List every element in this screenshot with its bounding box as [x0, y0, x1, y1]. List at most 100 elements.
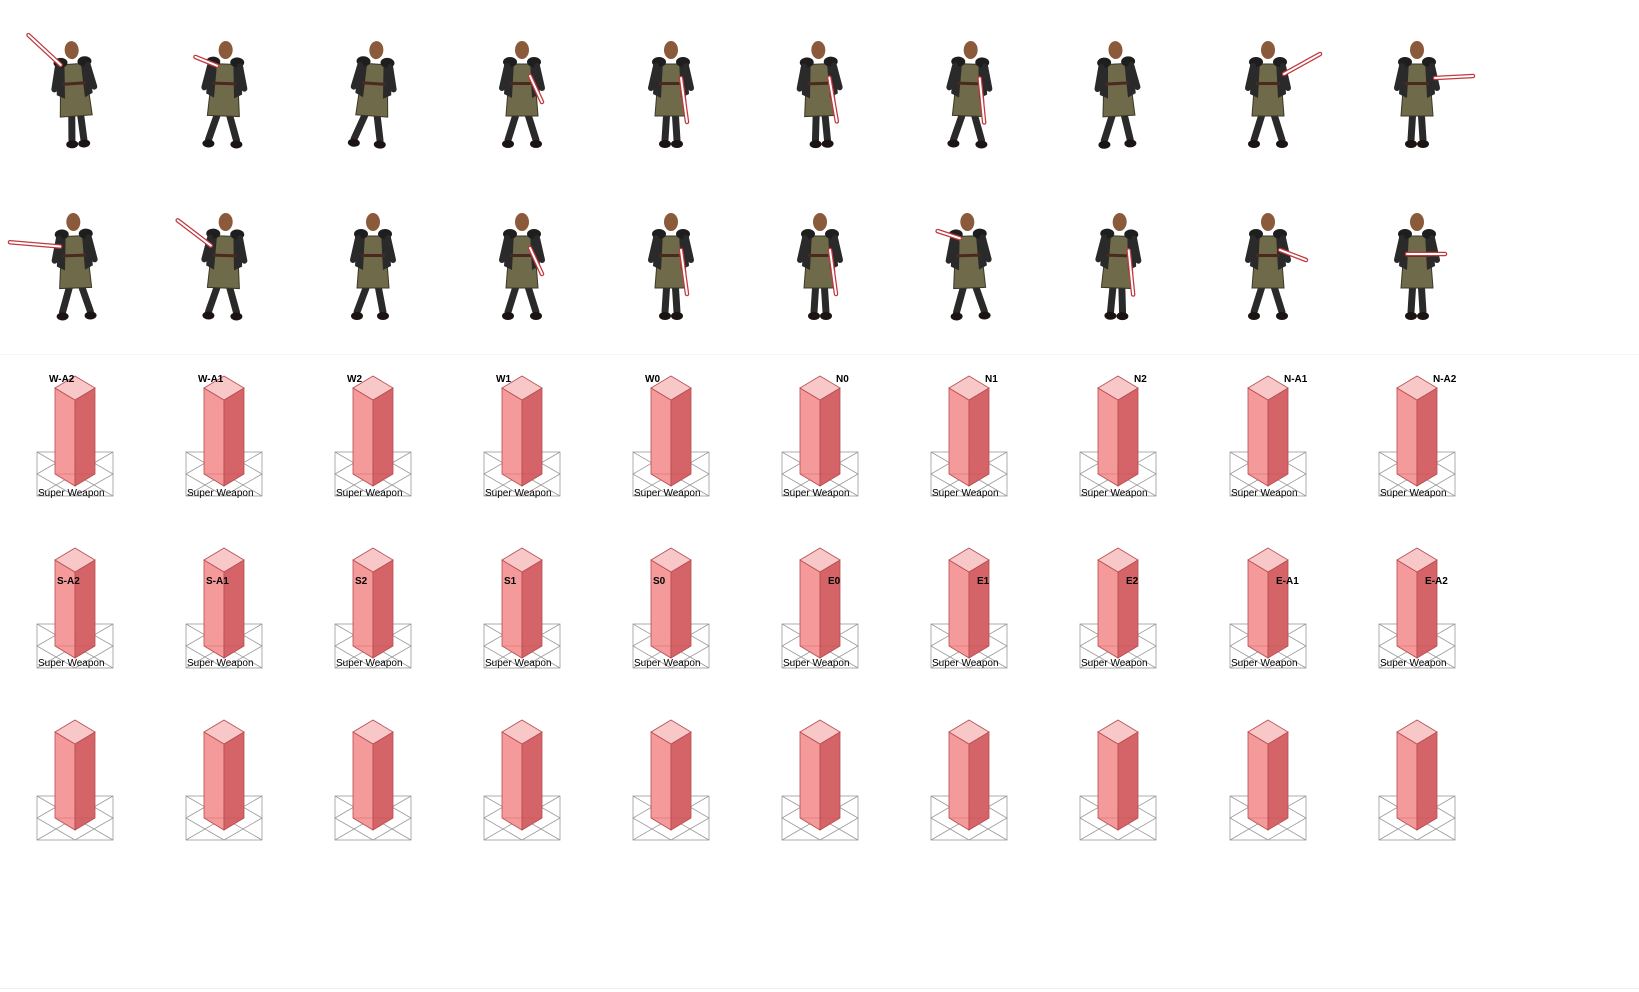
direction-label: N2 [1134, 374, 1147, 385]
sword-blade [1283, 53, 1321, 75]
direction-label: W-A1 [198, 374, 224, 385]
direction-label: E0 [828, 576, 841, 587]
weapon-label: Super Weapon [634, 488, 701, 499]
direction-label: E1 [977, 576, 990, 587]
knight-sprite-frame [499, 41, 545, 148]
knight-figure [1394, 41, 1476, 148]
hitbox-pillar [203, 547, 245, 659]
knight-figure [1095, 213, 1142, 321]
weapon-label: Super Weapon [38, 658, 105, 669]
knight-figure [26, 32, 98, 149]
hitbox-pillar [799, 547, 841, 659]
weapon-label: Super Weapon [485, 488, 552, 499]
hitbox-reference-frame: E-A2 Super Weapon [1378, 547, 1456, 669]
knight-sprite-frame [499, 213, 545, 320]
hitbox-pillar [203, 375, 245, 487]
direction-label: N0 [836, 374, 849, 385]
hitbox-reference-frame [185, 719, 263, 841]
hitbox-reference-frame [781, 719, 859, 841]
hitbox-reference-frame: E1 Super Weapon [930, 547, 1008, 669]
hitbox-reference-frame [483, 719, 561, 841]
hitbox-reference-frame [36, 719, 114, 841]
hitbox-pillar [54, 719, 96, 831]
knight-figure [1394, 213, 1448, 320]
hitbox-pillar [1247, 375, 1289, 487]
knight-figure [193, 41, 248, 149]
knight-sprite-frame [648, 41, 694, 148]
hitbox-reference-frame: W2 Super Weapon [334, 374, 412, 499]
weapon-label: Super Weapon [1380, 658, 1447, 669]
hitbox-reference-frame [1229, 719, 1307, 841]
hitbox-pillar [501, 375, 543, 487]
hitbox-pillar [1247, 547, 1289, 659]
hitbox-pillar [1396, 375, 1438, 487]
hitbox-reference-frame [1079, 719, 1157, 841]
knight-figure [946, 41, 993, 149]
knight-sprite-frame [1245, 213, 1309, 320]
knight-figure [797, 213, 843, 320]
hitbox-reference-frame: S-A2 Super Weapon [36, 547, 114, 669]
hitbox-pillar [948, 547, 990, 659]
hitbox-pillar [501, 547, 543, 659]
weapon-label: Super Weapon [932, 658, 999, 669]
knight-figure [796, 41, 843, 149]
knight-sprite-frame [193, 41, 248, 149]
hitbox-reference-frame [334, 719, 412, 841]
direction-label: W-A2 [49, 374, 75, 385]
hitbox-pillar [1097, 375, 1139, 487]
weapon-label: Super Weapon [485, 658, 552, 669]
knight-figure [648, 213, 694, 320]
hitbox-reference-frame: N0 Super Weapon [781, 374, 859, 499]
knight-sprite-frame [1095, 213, 1142, 321]
hitbox-pillar [799, 719, 841, 831]
hitbox-pillar [501, 719, 543, 831]
direction-label: S-A1 [206, 576, 229, 587]
knight-sprite-frame [648, 213, 694, 320]
hitbox-pillar [650, 719, 692, 831]
weapon-label: Super Weapon [932, 488, 999, 499]
hitbox-reference-frame: S-A1 Super Weapon [185, 547, 263, 669]
weapon-label: Super Weapon [783, 488, 850, 499]
hitbox-reference-frame [632, 719, 710, 841]
section-divider [0, 354, 1639, 355]
direction-label: S-A2 [57, 576, 80, 587]
knight-sprite-frame [935, 213, 992, 321]
hitbox-pillar [948, 719, 990, 831]
knight-sprite-frame [797, 213, 843, 320]
knight-figure [347, 41, 397, 149]
hitbox-pillar [352, 375, 394, 487]
hitbox-pillar [799, 375, 841, 487]
direction-label: W2 [347, 374, 362, 385]
hitbox-reference-frame: E-A1 Super Weapon [1229, 547, 1307, 669]
hitbox-reference-frame: W0 Super Weapon [632, 374, 710, 499]
knight-figure [1245, 213, 1309, 320]
direction-label: W0 [645, 374, 660, 385]
knight-sprite-frame [175, 213, 248, 321]
weapon-label: Super Weapon [38, 488, 105, 499]
hitbox-reference-frame [1378, 719, 1456, 841]
weapon-label: Super Weapon [1231, 488, 1298, 499]
knight-sprite-frame [26, 32, 98, 149]
weapon-label: Super Weapon [1231, 658, 1298, 669]
knight-figure [1094, 41, 1141, 149]
hitbox-reference-frame: S1 Super Weapon [483, 547, 561, 669]
direction-label: N-A2 [1433, 374, 1457, 385]
direction-label: W1 [496, 374, 511, 385]
direction-label: S0 [653, 576, 666, 587]
hitbox-pillar [54, 375, 96, 487]
hitbox-reference-frame: N-A2 Super Weapon [1378, 374, 1457, 499]
hitbox-reference-frame: N2 Super Weapon [1079, 374, 1157, 499]
bottom-divider [0, 988, 1639, 989]
hitbox-pillar [1396, 719, 1438, 831]
knight-figure [350, 213, 396, 320]
direction-label: N1 [985, 374, 998, 385]
weapon-label: Super Weapon [1081, 488, 1148, 499]
knight-figure [499, 213, 545, 320]
weapon-label: Super Weapon [1380, 488, 1447, 499]
weapon-label: Super Weapon [783, 658, 850, 669]
knight-sprite-frame [796, 41, 843, 149]
hitbox-pillar [1097, 547, 1139, 659]
knight-sprite-frame [1094, 41, 1141, 149]
hitbox-reference-frame: S2 Super Weapon [334, 547, 412, 669]
hitbox-pillar [1247, 719, 1289, 831]
